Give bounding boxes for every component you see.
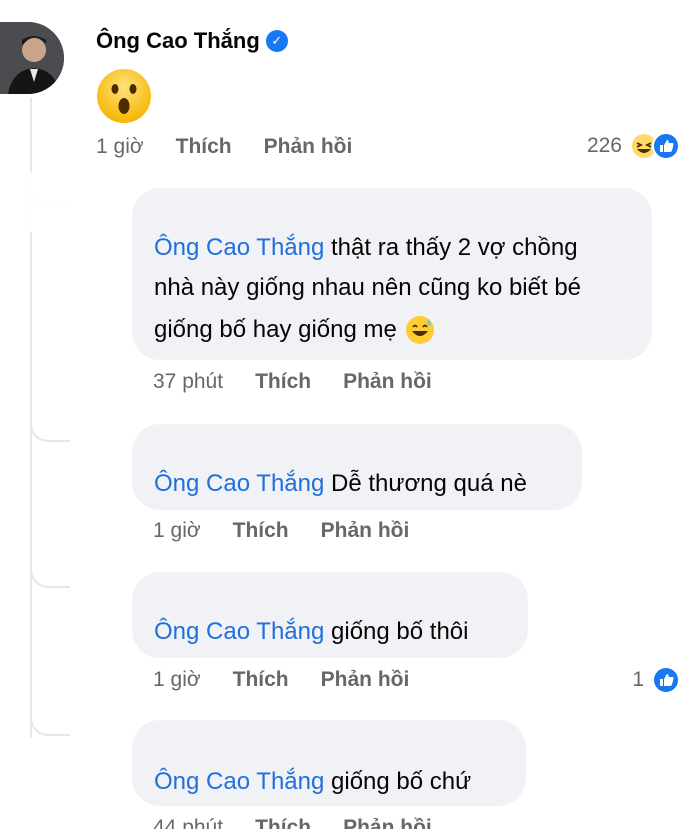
reply-line-3-wrap: giống bố hay giống mẹ: [154, 310, 435, 350]
reply-text: Ông Cao Thắng giống bố chứ: [154, 762, 471, 802]
like-button[interactable]: Thích: [176, 135, 232, 159]
reply-button[interactable]: Phản hồi: [343, 370, 432, 394]
surprised-face-icon: [97, 69, 151, 123]
mention-link[interactable]: Ông Cao Thắng: [154, 768, 324, 795]
reply-text: Ông Cao Thắng thật ra thấy 2 vợ chồng: [154, 228, 578, 268]
like-icon: [652, 666, 680, 694]
reply-line-3: giống bố hay giống mẹ: [154, 316, 397, 343]
thread-connector: [30, 708, 70, 736]
reply-button[interactable]: Phản hồi: [321, 668, 410, 692]
like-button[interactable]: Thích: [255, 816, 311, 829]
reply-actions: 37 phút Thích Phản hồi: [153, 370, 464, 394]
reply-time[interactable]: 44 phút: [153, 816, 223, 829]
thread-connector: [30, 414, 70, 442]
reply-button[interactable]: Phản hồi: [343, 816, 432, 829]
sweat-smile-icon: [405, 316, 434, 344]
reply-line-2: nhà này giống nhau nên cũng ko biết bé: [154, 274, 582, 301]
reply-actions: 1 giờ Thích Phản hồi: [153, 668, 441, 692]
mention-link[interactable]: Ông Cao Thắng: [154, 470, 324, 497]
reply-time[interactable]: 1 giờ: [153, 519, 201, 543]
reply-bubble[interactable]: Ông Cao Thắng thật ra thấy 2 vợ chồng nh…: [132, 188, 652, 360]
blurred-area: [0, 172, 130, 232]
reply-body: Dễ thương quá nè: [331, 470, 527, 497]
author-name[interactable]: Ông Cao Thắng: [96, 28, 260, 54]
comment-actions: 1 giờ Thích Phản hồi: [96, 135, 384, 159]
reply-button[interactable]: Phản hồi: [321, 519, 410, 543]
reaction-summary[interactable]: 1: [632, 666, 680, 694]
reply-time[interactable]: 37 phút: [153, 370, 223, 394]
like-button[interactable]: Thích: [233, 668, 289, 692]
reply-text: Ông Cao Thắng giống bố thôi: [154, 612, 468, 652]
reply-bubble[interactable]: Ông Cao Thắng giống bố thôi: [132, 572, 528, 658]
reply-text: Ông Cao Thắng Dễ thương quá nè: [154, 464, 527, 504]
like-button[interactable]: Thích: [233, 519, 289, 543]
reply-bubble[interactable]: Ông Cao Thắng giống bố chứ: [132, 720, 526, 806]
reaction-count: 226: [586, 134, 622, 157]
reply-line-1: thật ra thấy 2 vợ chồng: [331, 234, 578, 261]
mention-link[interactable]: Ông Cao Thắng: [154, 234, 324, 261]
like-icon: [652, 132, 680, 160]
reply-time[interactable]: 1 giờ: [153, 668, 201, 692]
reply-body: giống bố chứ: [331, 768, 472, 795]
reply-bubble[interactable]: Ông Cao Thắng Dễ thương quá nè: [132, 424, 582, 510]
reply-actions: 44 phút Thích Phản hồi: [153, 816, 464, 829]
reaction-summary[interactable]: 226: [587, 132, 680, 160]
reply-body: giống bố thôi: [331, 618, 469, 645]
comment-time[interactable]: 1 giờ: [96, 135, 144, 159]
mention-link[interactable]: Ông Cao Thắng: [154, 618, 324, 645]
thread-connector: [30, 560, 70, 588]
comment-author[interactable]: Ông Cao Thắng ✓: [96, 28, 288, 54]
avatar-photo: [0, 22, 64, 94]
reply-button[interactable]: Phản hồi: [264, 135, 353, 159]
avatar[interactable]: [0, 22, 64, 94]
reaction-count: 1: [632, 668, 644, 691]
like-button[interactable]: Thích: [255, 370, 311, 394]
verified-badge-icon: ✓: [265, 30, 288, 52]
reply-actions: 1 giờ Thích Phản hồi: [153, 519, 441, 543]
